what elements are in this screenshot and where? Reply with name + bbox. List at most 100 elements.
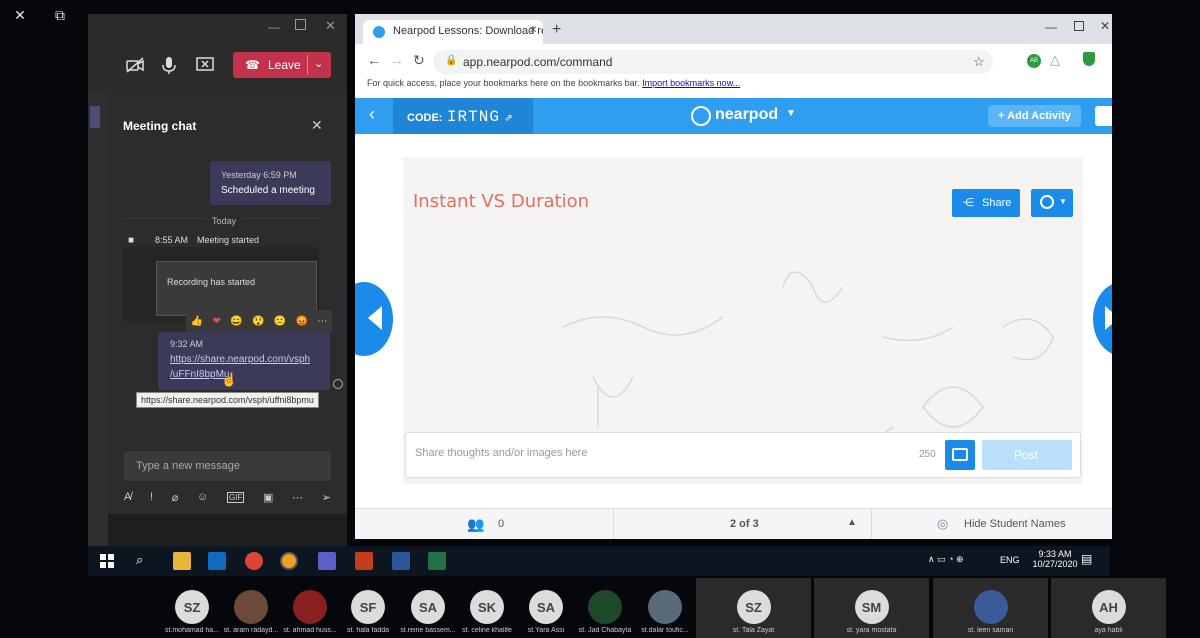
nearpod-footer: 👥 0 2 of 3 ▲ ◎ Hide Student Names [355, 508, 1112, 539]
student-view-icon[interactable] [1095, 106, 1112, 126]
avatar: SA [529, 590, 563, 624]
back-chevron-icon[interactable]: ‹ [369, 104, 375, 125]
image-icon [952, 448, 968, 461]
participant-name: st. yara mostafa [846, 627, 897, 634]
important-icon[interactable]: ! [150, 491, 153, 503]
format-icon[interactable]: A̸ [124, 491, 131, 503]
excel-icon[interactable] [428, 552, 446, 570]
close-icon[interactable]: ✕ [311, 117, 323, 134]
powerpoint-icon[interactable] [355, 552, 373, 570]
recording-card: Recording has started [156, 261, 317, 316]
word-icon[interactable] [392, 552, 410, 570]
share-label: Share [982, 197, 1012, 209]
message-time: 9:32 AM [170, 339, 204, 349]
extension-icon[interactable]: AB [1027, 54, 1041, 68]
chrome-icon[interactable] [245, 552, 263, 570]
chevron-up-icon[interactable]: ▲ [847, 517, 857, 528]
eye-slash-icon[interactable]: ◎ [937, 516, 948, 532]
angry-reaction-icon[interactable]: 😡 [296, 316, 308, 327]
participant-tile[interactable]: st. leen saman [933, 578, 1048, 638]
close-icon[interactable]: ✕ [1100, 19, 1110, 33]
system-tray-icons[interactable]: ∧ ▭ ◔ ⊕ [928, 554, 964, 565]
address-bar[interactable]: 🔒 app.nearpod.com/command ☆ [433, 50, 993, 74]
more-options-icon[interactable]: ⋯ [317, 316, 327, 327]
back-icon[interactable]: ← [367, 52, 381, 68]
clock[interactable]: 9:33 AM 10/27/2020 [1030, 549, 1080, 569]
lock-icon: 🔒 [445, 55, 458, 66]
app-icon[interactable] [280, 552, 298, 570]
teams-icon[interactable] [318, 552, 336, 570]
chevron-down-icon[interactable]: ⌄ [314, 57, 323, 70]
post-input[interactable]: Share thoughts and/or images here [415, 447, 587, 459]
chevron-down-icon[interactable]: ▼ [786, 108, 796, 119]
gif-icon[interactable]: GIF [226, 491, 245, 503]
search-icon[interactable]: ⌕ [136, 552, 143, 568]
participant-tile[interactable]: SM st. yara mostafa [814, 578, 929, 638]
participant-tile[interactable]: st.dalar toufic... [635, 578, 695, 638]
teams-maximize-icon[interactable] [295, 19, 306, 30]
participant-name: st.dalar toufic... [641, 627, 689, 634]
maximize-icon[interactable] [1074, 21, 1084, 31]
restore-icon[interactable]: ⧉ [42, 0, 78, 30]
camera-off-icon[interactable] [124, 54, 146, 76]
avatar: SF [351, 590, 385, 624]
shield-icon[interactable] [1083, 52, 1095, 66]
windows-start-icon[interactable] [100, 554, 114, 568]
leave-button[interactable]: ☎ Leave ⌄ [233, 52, 331, 78]
meeting-started-text: Meeting started [197, 235, 260, 245]
notifications-icon[interactable]: ▤ [1081, 552, 1092, 566]
star-icon[interactable]: ☆ [973, 54, 985, 70]
external-link-icon[interactable]: ⇗ [504, 113, 512, 124]
code-label: CODE: [407, 112, 443, 124]
browser-tab[interactable]: Nearpod Lessons: Download rea ✕ [363, 20, 543, 44]
next-slide-button[interactable] [1093, 282, 1112, 356]
timer-button[interactable]: ▼ [1031, 189, 1073, 217]
sticker-icon[interactable]: ▣ [263, 491, 273, 504]
nearpod-favicon-icon [373, 26, 385, 38]
teams-titlebar: — ✕ [88, 14, 347, 42]
send-icon[interactable]: ➢ [322, 491, 331, 504]
image-upload-button[interactable] [945, 440, 975, 470]
laugh-reaction-icon[interactable]: 😄 [230, 316, 242, 327]
outlook-icon[interactable] [208, 552, 226, 570]
footer-divider [613, 509, 614, 539]
import-bookmarks-link[interactable]: Import bookmarks now... [642, 78, 740, 88]
add-activity-button[interactable]: + Add Activity [988, 105, 1081, 127]
new-tab-button[interactable]: + [552, 21, 561, 39]
language-indicator[interactable]: ENG [1000, 555, 1020, 565]
heart-reaction-icon[interactable]: ❤ [212, 316, 220, 327]
minimize-icon[interactable]: — [1045, 20, 1057, 34]
clock-icon [1040, 195, 1054, 209]
message-input[interactable]: Type a new message [124, 451, 331, 481]
file-explorer-icon[interactable] [173, 552, 191, 570]
avatar [588, 590, 622, 624]
share-button[interactable]: ⋲ Share [952, 189, 1020, 217]
surprised-reaction-icon[interactable]: 😲 [252, 316, 264, 327]
reload-icon[interactable]: ↻ [413, 52, 425, 69]
share-screen-stop-icon[interactable] [194, 54, 216, 76]
clock-date: 10/27/2020 [1032, 559, 1078, 569]
emoji-icon[interactable]: ☺ [197, 491, 208, 503]
post-button[interactable]: Post [982, 440, 1072, 470]
teams-close-icon[interactable]: ✕ [325, 18, 336, 34]
participant-tile[interactable]: SZ st. Tala Zayat [696, 578, 811, 638]
tab-title: Nearpod Lessons: Download rea [393, 25, 543, 37]
participant-tile[interactable]: AH aya habli [1051, 578, 1166, 638]
close-icon[interactable]: ✕ [2, 0, 38, 30]
sad-reaction-icon[interactable]: 🙁 [274, 316, 286, 327]
students-icon[interactable]: 👥 [467, 516, 484, 533]
tab-close-icon[interactable]: ✕ [529, 25, 537, 36]
clock-time: 9:33 AM [1038, 549, 1072, 559]
like-reaction-icon[interactable]: 👍 [191, 316, 203, 327]
message-link[interactable]: https://share.nearpod.com/vsph [170, 354, 310, 365]
hide-student-names-button[interactable]: Hide Student Names [964, 518, 1066, 530]
attach-icon[interactable]: ⌀ [172, 491, 179, 504]
forward-icon[interactable]: → [390, 52, 404, 68]
arrow-left-icon [368, 306, 382, 330]
more-options-icon[interactable]: ⋯ [292, 491, 303, 504]
previous-slide-button[interactable] [355, 282, 393, 356]
microphone-icon[interactable] [158, 54, 180, 76]
extension-icon[interactable]: △ [1050, 52, 1060, 68]
teams-minimize-icon[interactable]: — [268, 20, 280, 34]
avatar [973, 590, 1008, 624]
